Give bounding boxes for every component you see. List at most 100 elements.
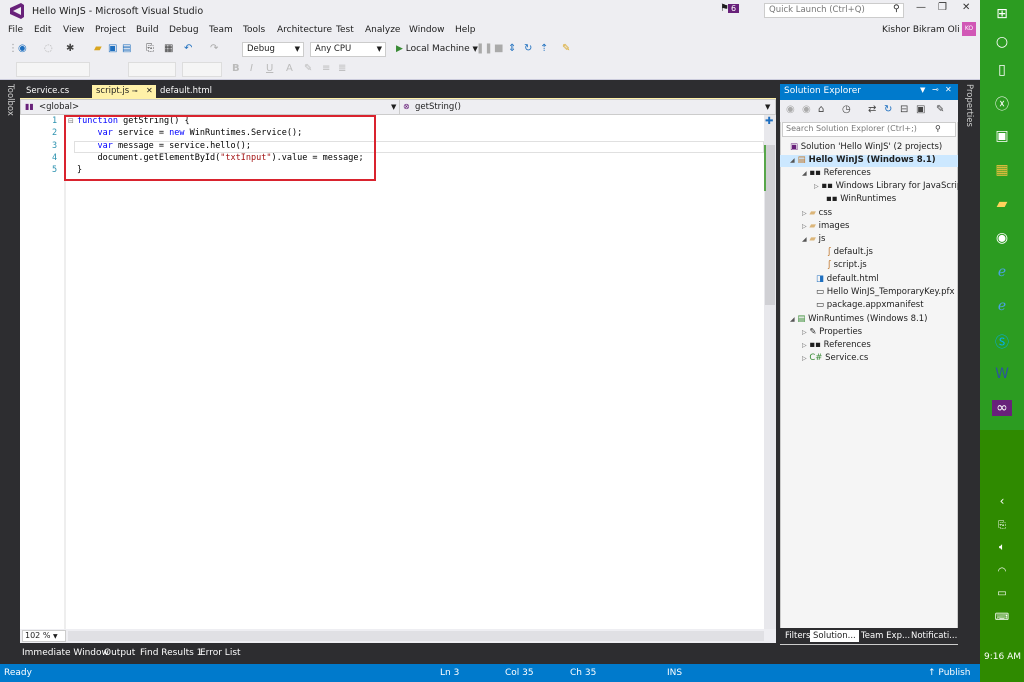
menu-edit[interactable]: Edit <box>34 25 51 35</box>
toolbox-tab[interactable]: Toolbox <box>5 84 15 116</box>
edge-browser-icon[interactable]: ℯ <box>992 264 1012 280</box>
cortana-icon[interactable]: ○ <box>992 34 1012 50</box>
expand-arrow-icon[interactable]: ▷ <box>814 183 819 190</box>
home-icon[interactable]: ⌂ <box>818 104 824 115</box>
battery-icon[interactable]: ▭ <box>992 588 1012 599</box>
keyboard-icon[interactable]: ⌨ <box>992 612 1012 623</box>
tree-item-manifest[interactable]: ▭ package.appxmanifest <box>816 300 924 310</box>
internet-explorer-icon[interactable]: ℯ <box>992 298 1012 314</box>
chevron-left-icon[interactable]: ‹ <box>992 494 1012 508</box>
media-player-icon[interactable]: ◉ <box>992 230 1012 246</box>
network-icon[interactable]: ⎘ <box>992 520 1012 531</box>
menu-architecture[interactable]: Architecture <box>277 25 332 35</box>
expand-arrow-icon[interactable]: ▷ <box>802 329 807 336</box>
menu-project[interactable]: Project <box>95 25 126 35</box>
editor-vertical-scrollbar[interactable]: ✚ <box>764 115 776 629</box>
tree-item-js[interactable]: ◢ ▰ js <box>802 234 825 244</box>
expand-arrow-icon[interactable]: ▷ <box>802 210 807 217</box>
tree-item-references[interactable]: ◢ ▪▪ References <box>802 168 871 178</box>
show-all-icon[interactable]: ▣ <box>916 104 925 115</box>
tab-solution-explorer[interactable]: Solution... <box>810 630 859 642</box>
visual-studio-taskbar-icon[interactable]: ∞ <box>992 400 1012 416</box>
spreadsheet-app-icon[interactable]: ▦ <box>992 162 1012 178</box>
breakpoint-icon[interactable]: ✎ <box>562 43 570 54</box>
skype-icon[interactable]: Ⓢ <box>992 332 1012 352</box>
tree-item-winruntimes-project[interactable]: ◢ ▤ WinRuntimes (Windows 8.1) <box>790 314 927 324</box>
avatar[interactable]: KO <box>962 22 976 36</box>
menu-file[interactable]: File <box>8 25 23 35</box>
sync-icon[interactable]: ⇄ <box>868 104 876 115</box>
zoom-select[interactable]: 102 % ▼ <box>22 630 66 642</box>
tree-item-references-2[interactable]: ▷ ▪▪ References <box>802 340 871 350</box>
wifi-icon[interactable]: ◠ <box>992 566 1012 577</box>
close-icon[interactable]: ✕ <box>962 2 970 13</box>
menu-help[interactable]: Help <box>455 25 476 35</box>
tree-item-default-html[interactable]: ◨ default.html <box>816 274 879 284</box>
solution-config-select[interactable]: Debug ▼ <box>242 42 304 57</box>
tab-service-cs[interactable]: Service.cs <box>22 85 73 99</box>
close-icon[interactable]: ✕ <box>945 85 952 94</box>
forward-icon[interactable]: ◌ <box>44 43 53 54</box>
solution-platform-select[interactable]: Any CPU ▼ <box>310 42 386 57</box>
publish-button[interactable]: ↑ Publish <box>928 668 971 678</box>
expand-arrow-icon[interactable]: ◢ <box>790 157 795 164</box>
menu-tools[interactable]: Tools <box>243 25 265 35</box>
expand-arrow-icon[interactable]: ▷ <box>802 223 807 230</box>
redo-icon[interactable]: ↷ <box>210 43 218 54</box>
word-icon[interactable]: W <box>992 366 1012 382</box>
solution-search-input[interactable]: Search Solution Explorer (Ctrl+;) ⚲ <box>782 122 956 137</box>
tab-default-html[interactable]: default.html <box>156 85 216 99</box>
refresh-icon[interactable]: ↻ <box>884 104 892 115</box>
undo-icon[interactable]: ↶ <box>184 43 192 54</box>
tab-error-list[interactable]: Error List <box>200 648 241 658</box>
chevron-down-icon[interactable]: ▼ <box>765 103 770 111</box>
tree-item-service-cs[interactable]: ▷ C# Service.cs <box>802 353 868 363</box>
split-icon[interactable]: ✚ <box>765 116 773 127</box>
scope-select[interactable]: <global> <box>39 102 79 112</box>
history-icon[interactable]: ◷ <box>842 104 851 115</box>
properties-wrench-icon[interactable]: ✎ <box>936 104 944 115</box>
chevron-down-icon[interactable]: ▼ <box>391 103 396 111</box>
tree-item-winruntimes-ref[interactable]: ▪▪ WinRuntimes <box>826 194 896 204</box>
expand-arrow-icon[interactable]: ◢ <box>802 236 807 243</box>
save-all-icon[interactable]: ▤ <box>122 43 131 54</box>
paste-icon[interactable]: ▦ <box>164 43 173 54</box>
member-select[interactable]: getString() <box>415 102 461 112</box>
menu-team[interactable]: Team <box>209 25 233 35</box>
code-editor[interactable] <box>20 115 776 629</box>
minimize-icon[interactable]: — <box>916 2 926 13</box>
start-debugging-button[interactable]: ▶ Local Machine ▼ <box>396 44 478 54</box>
quick-launch-input[interactable]: Quick Launch (Ctrl+Q) <box>764 3 904 18</box>
back-icon[interactable]: ◉ <box>18 43 27 54</box>
expand-arrow-icon[interactable]: ▷ <box>802 355 807 362</box>
cut-icon[interactable]: ⎘ <box>146 43 154 54</box>
tree-item-solution[interactable]: ▣ Solution 'Hello WinJS' (2 projects) <box>790 142 942 152</box>
xbox-icon[interactable]: ⓧ <box>992 94 1012 114</box>
tree-item-images[interactable]: ▷ ▰ images <box>802 221 849 231</box>
scrollbar-thumb[interactable] <box>765 145 775 305</box>
expand-arrow-icon[interactable]: ◢ <box>790 316 795 323</box>
tab-team-explorer[interactable]: Team Exp... <box>858 630 913 642</box>
tab-output[interactable]: Output <box>104 648 135 658</box>
tab-close-icon[interactable]: ✕ <box>146 86 153 95</box>
tab-notifications[interactable]: Notificati... <box>908 630 960 642</box>
pin-icon[interactable]: ⊸ <box>132 87 138 95</box>
menu-debug[interactable]: Debug <box>169 25 199 35</box>
menu-build[interactable]: Build <box>136 25 159 35</box>
step-over-icon[interactable]: ↻ <box>524 43 532 54</box>
user-name[interactable]: Kishor Bikram Oli <box>882 25 960 35</box>
tree-item-script-js[interactable]: ʃ script.js <box>828 260 867 270</box>
windows-start-icon[interactable]: ⊞ <box>992 6 1012 22</box>
tree-item-properties[interactable]: ▷ ✎ Properties <box>802 327 862 337</box>
stop-icon[interactable]: ■ <box>494 43 503 54</box>
expand-arrow-icon[interactable]: ▷ <box>802 342 807 349</box>
step-out-icon[interactable]: ⇡ <box>540 43 548 54</box>
menu-test[interactable]: Test <box>336 25 354 35</box>
maximize-icon[interactable]: ❐ <box>938 2 947 13</box>
pin-icon[interactable]: ⊸ <box>932 85 939 94</box>
expand-arrow-icon[interactable]: ◢ <box>802 170 807 177</box>
step-into-icon[interactable]: ⇕ <box>508 43 516 54</box>
tree-item-css[interactable]: ▷ ▰ css <box>802 208 832 218</box>
tab-find-results[interactable]: Find Results 1 <box>140 648 202 658</box>
volume-icon[interactable]: 🔈︎ <box>992 542 1012 553</box>
